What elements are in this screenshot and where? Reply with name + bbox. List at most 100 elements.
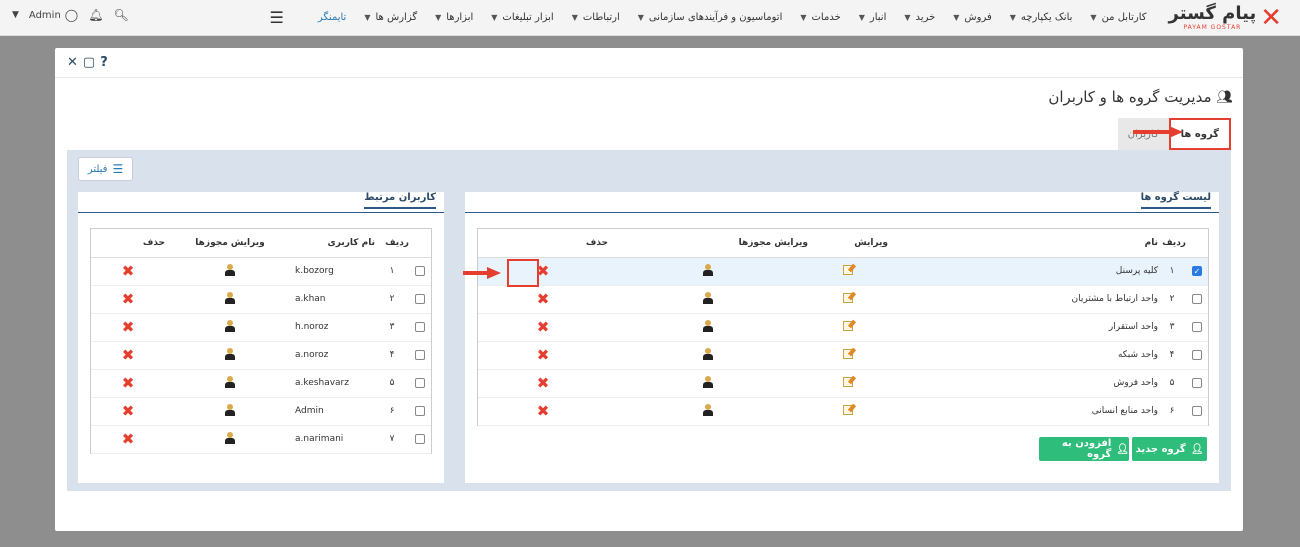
- menu-item-timer[interactable]: تایمنگر: [318, 12, 346, 23]
- add-to-group-button[interactable]: 👤︎ افزودن به گروه: [1039, 437, 1129, 461]
- chevron-down-icon: ▼: [637, 13, 644, 22]
- row-checkbox[interactable]: [1192, 377, 1202, 388]
- edit-icon[interactable]: [843, 376, 853, 387]
- permissions-icon[interactable]: [702, 291, 714, 304]
- user-avatar-icon[interactable]: ◯: [65, 8, 78, 22]
- table-header-row: ردیف نام ویرایش ویرایش مجوزها حذف: [478, 229, 1208, 258]
- edit-icon[interactable]: [843, 404, 853, 415]
- row-checkbox[interactable]: [1192, 293, 1202, 304]
- permissions-icon[interactable]: [224, 347, 236, 360]
- chevron-down-icon: ▼: [904, 13, 911, 22]
- table-row[interactable]: ۴ واحد شبکه ✖: [478, 341, 1208, 370]
- delete-icon[interactable]: ✖: [537, 374, 550, 392]
- menu-item-bank[interactable]: بانک یکپارچه ▼: [1010, 12, 1073, 23]
- edit-icon[interactable]: [843, 264, 853, 275]
- row-checkbox[interactable]: [415, 349, 425, 360]
- menu-item-services[interactable]: خدمات ▼: [800, 12, 840, 23]
- delete-icon[interactable]: ✖: [122, 374, 135, 392]
- row-number: ۴: [375, 341, 409, 370]
- delete-icon[interactable]: ✖: [122, 290, 135, 308]
- table-row[interactable]: ۷ a.narimani ✖: [91, 425, 431, 454]
- row-checkbox[interactable]: [415, 321, 425, 332]
- chevron-down-icon: ▼: [1090, 13, 1097, 22]
- col-delete-header: حذف: [478, 229, 608, 258]
- chevron-down-icon: ▼: [364, 13, 371, 22]
- logo[interactable]: ✕ پیام گستر PAYAM GOSTAR: [1169, 3, 1282, 33]
- row-checkbox[interactable]: [1192, 321, 1202, 332]
- table-row[interactable]: ۶ واحد منابع انسانی ✖: [478, 397, 1208, 426]
- user-name[interactable]: Admin: [29, 10, 61, 21]
- filter-button[interactable]: ☰ فیلتر: [78, 157, 133, 181]
- delete-icon[interactable]: ✖: [537, 290, 550, 308]
- menu-item-reports[interactable]: گزارش ها ▼: [364, 12, 417, 23]
- menu-item-purchase[interactable]: خرید ▼: [904, 12, 935, 23]
- chevron-down-icon[interactable]: ▼: [12, 10, 19, 20]
- permissions-icon[interactable]: [702, 319, 714, 332]
- hamburger-menu-icon[interactable]: ☰: [270, 8, 284, 27]
- row-checkbox[interactable]: [415, 433, 425, 444]
- username: h.noroz: [295, 313, 375, 342]
- delete-icon[interactable]: ✖: [122, 346, 135, 364]
- permissions-icon[interactable]: [702, 347, 714, 360]
- table-row[interactable]: ✓ ۱ کلیه پرسنل ✖: [478, 257, 1208, 286]
- delete-icon[interactable]: ✖: [537, 318, 550, 336]
- help-icon[interactable]: ?: [100, 55, 108, 70]
- table-row[interactable]: ۴ a.noroz ✖: [91, 341, 431, 370]
- table-row[interactable]: ۵ واحد فروش ✖: [478, 369, 1208, 398]
- edit-icon[interactable]: [843, 292, 853, 303]
- close-icon[interactable]: ✕: [67, 55, 78, 70]
- table-row[interactable]: ۲ a.khan ✖: [91, 285, 431, 314]
- chevron-down-icon: ▼: [435, 13, 442, 22]
- new-group-button[interactable]: 👤︎ گروه جدید: [1132, 437, 1207, 461]
- permissions-icon[interactable]: [702, 375, 714, 388]
- table-row[interactable]: ۱ k.bozorg ✖: [91, 257, 431, 286]
- row-checkbox[interactable]: [1192, 349, 1202, 360]
- row-checkbox[interactable]: [415, 377, 425, 388]
- users-table: ردیف نام کاربری ویرایش مجوزها حذف ۱ k.boz…: [90, 228, 432, 454]
- table-row[interactable]: ۶ Admin ✖: [91, 397, 431, 426]
- menu-item-automation[interactable]: اتوماسیون و فرآیندهای سازمانی ▼: [638, 12, 783, 23]
- permissions-icon[interactable]: [224, 375, 236, 388]
- modal-header: ✕ ▢ ?: [55, 48, 1243, 78]
- row-checkbox[interactable]: [415, 265, 425, 276]
- users-group-icon: 👥︎: [1216, 89, 1233, 105]
- row-checkbox[interactable]: [1192, 405, 1202, 416]
- row-checkbox[interactable]: ✓: [1192, 265, 1202, 276]
- menu-item-kartable[interactable]: کارتابل من ▼: [1090, 12, 1146, 23]
- main-menu: کارتابل من ▼ بانک یکپارچه ▼ فروش ▼ خرید ▼ ان…: [270, 0, 1147, 36]
- search-icon[interactable]: 🔍︎: [113, 8, 128, 22]
- row-number: ۱: [375, 257, 409, 286]
- delete-icon[interactable]: ✖: [122, 430, 135, 448]
- menu-item-tools[interactable]: ابزارها ▼: [435, 12, 473, 23]
- menu-item-ad-tools[interactable]: ابزار تبلیغات ▼: [491, 12, 553, 23]
- col-perm-header: ویرایش مجوزها: [165, 229, 295, 258]
- delete-icon[interactable]: ✖: [537, 346, 550, 364]
- permissions-icon[interactable]: [224, 291, 236, 304]
- permissions-icon[interactable]: [224, 431, 236, 444]
- delete-icon[interactable]: ✖: [537, 402, 550, 420]
- table-row[interactable]: ۲ واحد ارتباط با مشتریان ✖: [478, 285, 1208, 314]
- row-checkbox[interactable]: [415, 293, 425, 304]
- permissions-icon[interactable]: [224, 319, 236, 332]
- table-row[interactable]: ۵ a.keshavarz ✖: [91, 369, 431, 398]
- permissions-icon[interactable]: [224, 263, 236, 276]
- permissions-icon[interactable]: [702, 403, 714, 416]
- permissions-icon[interactable]: [702, 263, 714, 276]
- delete-icon[interactable]: ✖: [122, 402, 135, 420]
- menu-item-sales[interactable]: فروش ▼: [953, 12, 992, 23]
- edit-icon[interactable]: [843, 320, 853, 331]
- permissions-icon[interactable]: [224, 403, 236, 416]
- maximize-icon[interactable]: ▢: [83, 55, 95, 70]
- table-row[interactable]: ۳ h.noroz ✖: [91, 313, 431, 342]
- edit-icon[interactable]: [843, 348, 853, 359]
- delete-icon[interactable]: ✖: [122, 262, 135, 280]
- delete-icon[interactable]: ✖: [122, 318, 135, 336]
- row-number: ۶: [375, 397, 409, 426]
- table-row[interactable]: ۳ واحد استقرار ✖: [478, 313, 1208, 342]
- col-delete-header: حذف: [91, 229, 165, 258]
- menu-item-communications[interactable]: ارتباطات ▼: [572, 12, 620, 23]
- menu-item-warehouse[interactable]: انبار ▼: [859, 12, 887, 23]
- row-checkbox[interactable]: [415, 405, 425, 416]
- username: a.noroz: [295, 341, 375, 370]
- bell-icon[interactable]: 🔔︎: [88, 8, 103, 22]
